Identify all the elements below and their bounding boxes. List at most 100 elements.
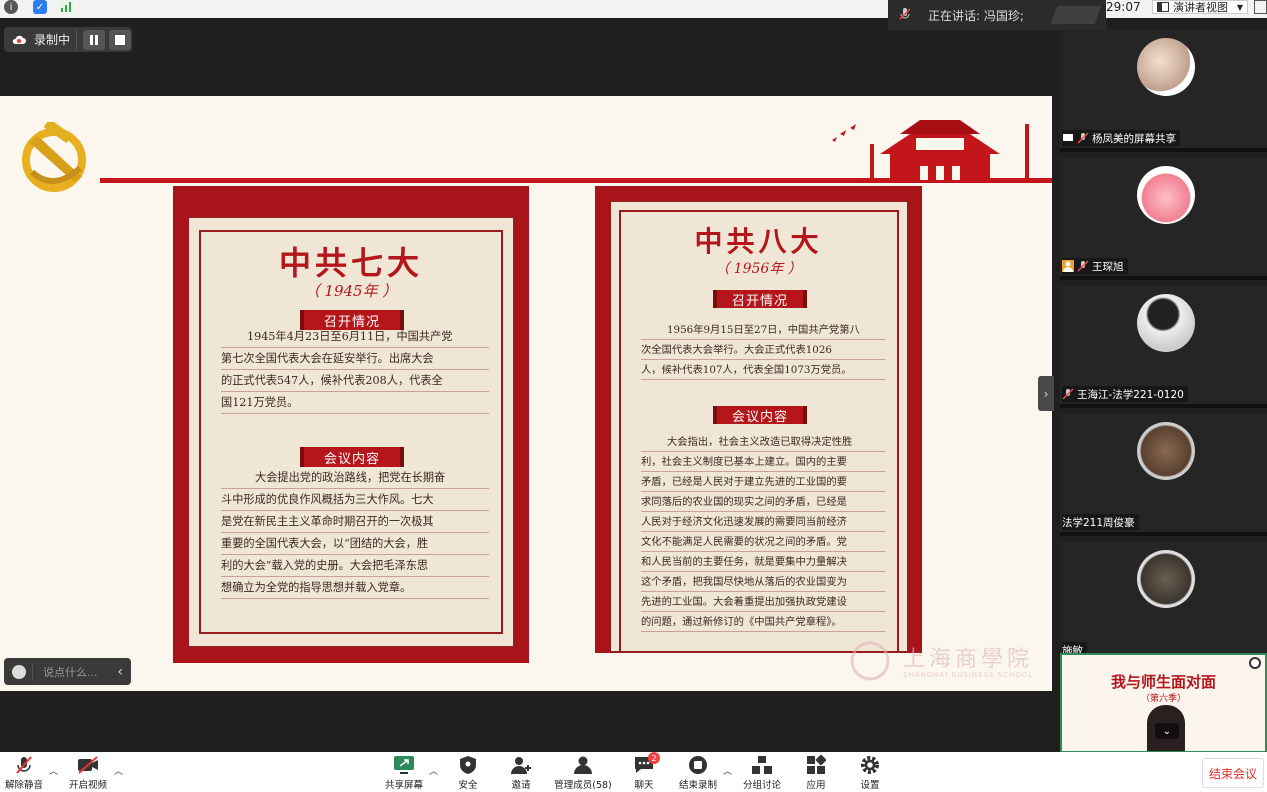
para-line: 人民对于经济文化迅速发展的需要同当前经济 <box>641 512 885 532</box>
unmute-button[interactable]: 解除静音 <box>0 754 54 791</box>
active-speaker-indicator: 正在讲话: 冯国珍; <box>888 0 1106 30</box>
start-video-button[interactable]: 开启视频 <box>58 754 118 791</box>
para-line: 利，社会主义制度已基本上建立。国内的主要 <box>641 452 885 472</box>
participant-name-tag: 王琛旭 <box>1062 258 1128 274</box>
para-line: 是党在新民主主义革命时期召开的一次极其 <box>221 511 489 533</box>
card-title: 中共七大 <box>278 244 423 282</box>
para-line: 次全国代表大会举行。大会正式代表1026 <box>641 340 885 360</box>
chevron-up-icon[interactable]: ︿ <box>723 764 732 777</box>
security-button[interactable]: 安全 <box>438 754 498 791</box>
share-screen-button[interactable]: 共享屏幕 <box>374 754 434 791</box>
tiananmen-illustration-icon <box>832 120 1029 180</box>
chat-button[interactable]: 聊天 2 <box>614 752 674 791</box>
participant-tile[interactable]: 王海江-法学221-0120 <box>1060 286 1267 408</box>
active-video-tile[interactable]: 我与师生面对面 （第六季） ⌄ <box>1060 653 1267 753</box>
para-line: 矛盾，已经是人民对于建立先进的工业国的要 <box>641 472 885 492</box>
toolbar-label: 开启视频 <box>68 780 107 791</box>
end-meeting-button[interactable]: 结束会议 <box>1202 758 1264 788</box>
fullscreen-icon[interactable] <box>1254 0 1267 14</box>
card-year: （ 1956年 ） <box>715 261 802 277</box>
card-8th-congress: 中共八大 （ 1956年 ） 召开情况 1956年9月15日至27日，中国共产党… <box>595 186 922 653</box>
manage-members-button[interactable]: 管理成员(58) <box>548 754 618 791</box>
breakout-rooms-button[interactable]: 分组讨论 <box>732 754 792 791</box>
avatar <box>1137 294 1195 352</box>
screen-share-icon <box>1063 134 1073 141</box>
participant-gallery: 杨凤美的屏幕共享 王琛旭 王海江-法学221-0120 法学211周俊豪 施敏 <box>1060 30 1267 752</box>
info-icon[interactable]: i <box>4 0 18 14</box>
view-mode-button[interactable]: 演讲者视图 ▼ <box>1152 0 1248 14</box>
section-paragraph: 1945年4月23日至6月11日，中国共产党 第七次全国代表大会在延安举行。出席… <box>221 326 489 414</box>
toolbar-label: 安全 <box>458 780 478 791</box>
pause-recording-button[interactable] <box>83 29 106 50</box>
toolbar-label: 共享屏幕 <box>384 780 423 791</box>
meeting-timer: 29:07 <box>1106 0 1141 14</box>
chevron-up-icon[interactable]: ︿ <box>114 764 123 777</box>
stop-record-icon <box>689 756 707 774</box>
participant-name: 王海江-法学221-0120 <box>1077 388 1184 401</box>
section-heading: 会议内容 <box>713 406 807 425</box>
para-line: 想确立为全党的指导思想并载入党章。 <box>221 577 489 599</box>
para-line: 斗中形成的优良作风概括为三大作风。七大 <box>221 489 489 511</box>
toolbar-label: 聊天 <box>634 780 654 791</box>
divider <box>76 29 78 50</box>
avatar <box>1137 422 1195 480</box>
participant-tile[interactable]: 法学211周俊豪 <box>1060 414 1267 536</box>
participant-name-tag: 杨凤美的屏幕共享 <box>1062 130 1180 146</box>
mic-muted-icon <box>1077 132 1089 144</box>
invite-button[interactable]: 邀请 <box>491 754 551 791</box>
school-watermark: 上海商學院 SHANGHAI BUSINESS SCHOOL <box>848 641 1048 686</box>
layout-icon <box>1157 2 1169 12</box>
toolbar-label: 分组讨论 <box>742 780 781 791</box>
para-line: 1956年9月15日至27日，中国共产党第八 <box>641 320 885 340</box>
section-heading: 会议内容 <box>300 447 404 467</box>
para-line: 利的大会”载入党的史册。大会把毛泽东思 <box>221 555 489 577</box>
avatar <box>1137 38 1195 96</box>
chat-input[interactable]: 说点什么... ‹ <box>4 658 131 685</box>
para-line: 先进的工业国。大会着重提出加强执政党建设 <box>641 592 885 612</box>
chevron-up-icon[interactable]: ︿ <box>49 764 58 777</box>
view-mode-label: 演讲者视图 <box>1173 1 1228 14</box>
shield-icon <box>460 756 476 774</box>
watermark-subtext: SHANGHAI BUSINESS SCHOOL <box>903 671 1034 679</box>
apps-button[interactable]: 应用 <box>786 754 846 791</box>
toolbar-label: 设置 <box>860 780 880 791</box>
mic-muted-icon <box>1077 260 1089 272</box>
recording-label: 录制中 <box>34 33 71 47</box>
pause-icon <box>90 34 99 45</box>
shield-icon[interactable]: ✓ <box>33 0 47 14</box>
collapse-gallery-button[interactable]: › <box>1038 376 1054 411</box>
end-recording-button[interactable]: 结束录制 <box>668 754 728 791</box>
participant-name-tag: 王海江-法学221-0120 <box>1062 386 1188 402</box>
stop-icon <box>115 34 126 45</box>
card-year: （ 1945年 ） <box>304 282 398 300</box>
participant-tile[interactable]: 杨凤美的屏幕共享 <box>1060 30 1267 152</box>
section-paragraph: 大会指出，社会主义改造已取得决定性胜 利，社会主义制度已基本上建立。国内的主要 … <box>641 432 885 632</box>
stop-recording-button[interactable] <box>109 29 132 50</box>
party-emblem-icon <box>22 122 86 192</box>
chevron-left-icon[interactable]: ‹ <box>117 664 123 680</box>
recording-control: 录制中 <box>4 27 132 52</box>
gear-icon <box>861 756 879 774</box>
para-line: 重要的全国代表大会，以“团结的大会，胜 <box>221 533 489 555</box>
participant-tile[interactable]: 施敏 <box>1060 542 1267 664</box>
chevron-down-icon: ▼ <box>1236 2 1243 12</box>
emoji-icon[interactable] <box>12 664 26 679</box>
close-icon[interactable] <box>1249 657 1261 669</box>
user-icon <box>1062 260 1074 272</box>
chevron-up-icon[interactable]: ︿ <box>429 764 438 777</box>
para-line: 文化不能满足人民需要的状况之间的矛盾。党 <box>641 532 885 552</box>
para-line: 的正式代表547人，候补代表208人，代表全 <box>221 370 489 392</box>
signal-icon[interactable] <box>59 0 73 14</box>
chevron-down-icon[interactable]: ⌄ <box>1155 723 1179 739</box>
card-7th-congress: 中共七大 （ 1945年 ） 召开情况 1945年4月23日至6月11日，中国共… <box>173 186 529 663</box>
share-screen-icon <box>394 756 414 774</box>
participant-name: 杨凤美的屏幕共享 <box>1092 132 1176 145</box>
section-paragraph: 1956年9月15日至27日，中国共产党第八 次全国代表大会举行。大会正式代表1… <box>641 320 885 380</box>
settings-button[interactable]: 设置 <box>840 754 900 791</box>
chat-placeholder: 说点什么... <box>43 665 98 679</box>
video-off-icon <box>78 756 98 774</box>
participant-tile[interactable]: 王琛旭 <box>1060 158 1267 280</box>
school-logo-icon <box>850 641 890 681</box>
para-line: 大会提出党的政治路线，把党在长期奋 <box>221 467 489 489</box>
avatar <box>1137 550 1195 608</box>
